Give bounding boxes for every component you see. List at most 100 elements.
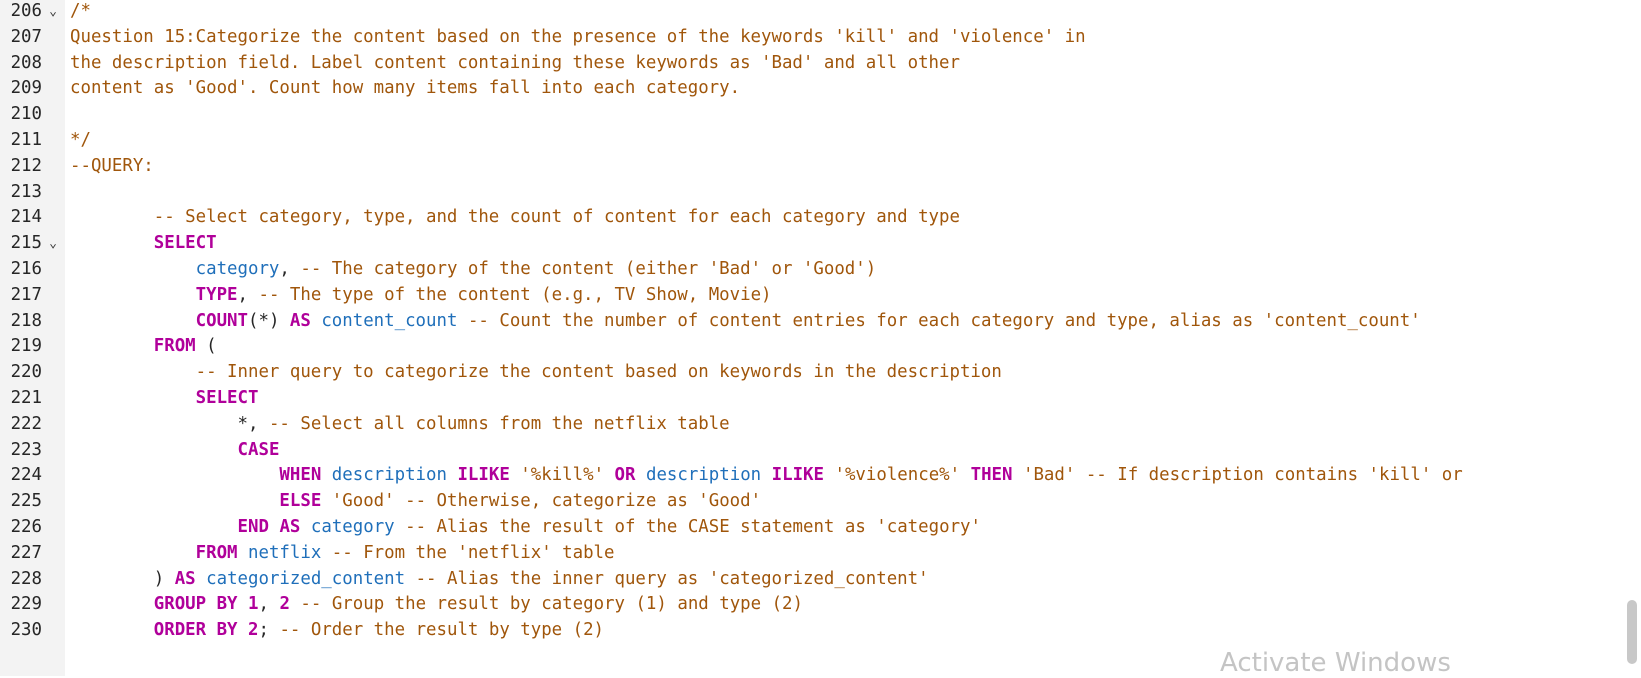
- code-text: SELECT: [70, 230, 217, 257]
- code-token-ident: description: [645, 465, 762, 486]
- code-line[interactable]: 212 --QUERY:: [0, 153, 1641, 180]
- code-token-comment: -- Select category, type, and the count …: [153, 207, 960, 228]
- code-text: FROM (: [70, 333, 217, 360]
- code-text: GROUP BY 1, 2 -- Group the result by cat…: [70, 591, 803, 618]
- code-line[interactable]: 210: [0, 101, 1641, 128]
- code-text: END AS category -- Alias the result of t…: [70, 514, 981, 541]
- line-number: 216: [10, 259, 42, 279]
- code-token-comment: 'Bad': [1022, 465, 1076, 486]
- code-line[interactable]: 214 -- Select category, type, and the co…: [0, 204, 1641, 231]
- code-text: FROM netflix -- From the 'netflix' table: [70, 540, 615, 567]
- code-token-comment: -- Inner query to categorize the content…: [195, 362, 1002, 383]
- code-line[interactable]: 213: [0, 179, 1641, 206]
- line-number: 218: [10, 310, 42, 331]
- code-line[interactable]: 216 category, -- The category of the con…: [0, 256, 1641, 283]
- code-line[interactable]: 224 WHEN description ILIKE '%kill%' OR d…: [0, 462, 1641, 489]
- line-number: 225: [10, 491, 42, 512]
- code-token-comment: -- Order the result by type (2): [279, 620, 605, 641]
- code-text: COUNT(*) AS content_count -- Count the n…: [70, 308, 1421, 335]
- line-number: 208: [10, 52, 42, 73]
- code-line[interactable]: 227 FROM netflix -- From the 'netflix' t…: [0, 540, 1641, 567]
- line-number: 212: [10, 155, 42, 176]
- code-line[interactable]: 218 COUNT(*) AS content_count -- Count t…: [0, 308, 1641, 335]
- code-line[interactable]: 223 CASE: [0, 437, 1641, 464]
- code-line[interactable]: 211 */: [0, 127, 1641, 154]
- code-text: ELSE 'Good' -- Otherwise, categorize as …: [70, 488, 761, 515]
- code-line[interactable]: 217 TYPE, -- The type of the content (e.…: [0, 282, 1641, 309]
- code-token-keyword: 1: [248, 594, 259, 615]
- code-line[interactable]: 229 GROUP BY 1, 2 -- Group the result by…: [0, 591, 1641, 618]
- code-token-keyword: 2: [248, 620, 259, 641]
- line-number: 228: [10, 568, 42, 589]
- code-token-keyword: 2: [279, 594, 290, 615]
- fold-chevron-icon[interactable]: ⌄: [46, 230, 60, 257]
- code-text: ORDER BY 2; -- Order the result by type …: [70, 617, 604, 644]
- code-line[interactable]: 230 ORDER BY 2; -- Order the result by t…: [0, 617, 1641, 644]
- code-token-ident: category: [195, 259, 280, 279]
- code-line[interactable]: 225 ELSE 'Good' -- Otherwise, categorize…: [0, 488, 1641, 515]
- line-number: 224: [10, 465, 42, 486]
- line-number: 213: [10, 181, 42, 202]
- code-text: content as 'Good'. Count how many items …: [70, 75, 740, 102]
- code-line[interactable]: 207 Question 15:Categorize the content ba…: [0, 24, 1641, 51]
- code-token-comment: */: [70, 130, 91, 150]
- vertical-scrollbar-thumb[interactable]: [1627, 600, 1637, 664]
- code-token-comment: '%violence%': [834, 465, 961, 486]
- vertical-scrollbar-track[interactable]: [1624, 0, 1641, 676]
- code-line[interactable]: 221 SELECT: [0, 385, 1641, 412]
- code-token-ident: category: [310, 517, 395, 537]
- code-text: -- Inner query to categorize the content…: [70, 359, 1002, 386]
- code-area[interactable]: 206 ⌄/* 207 Question 15:Categorize the cont…: [0, 0, 1641, 676]
- code-token-plain: ;: [258, 620, 280, 641]
- code-token-keyword: AS: [174, 568, 196, 589]
- code-line[interactable]: 226 END AS category -- Alias the result …: [0, 514, 1641, 541]
- code-token-comment: content as 'Good'. Count how many items …: [70, 78, 741, 99]
- code-line[interactable]: 220 -- Inner query to categorize the con…: [0, 359, 1641, 386]
- line-number: 221: [10, 388, 42, 408]
- code-editor[interactable]: 206 ⌄/* 207 Question 15:Categorize the cont…: [0, 0, 1641, 676]
- code-token-plain: ,: [279, 259, 301, 279]
- code-line[interactable]: 206 ⌄ /*: [0, 0, 1641, 25]
- code-line[interactable]: 228 ) AS categorized_content -- Alias th…: [0, 566, 1641, 593]
- code-line[interactable]: 222 *, -- Select all columns from the ne…: [0, 411, 1641, 438]
- code-token-comment: the description field. Label content con…: [70, 52, 960, 73]
- code-line[interactable]: 215 ⌄ SELECT: [0, 230, 1641, 257]
- code-text: -- Select category, type, and the count …: [70, 204, 960, 231]
- code-text: Question 15:Categorize the content based…: [70, 24, 1086, 51]
- code-line[interactable]: 209 content as 'Good'. Count how many ite…: [0, 75, 1641, 102]
- fold-chevron-icon[interactable]: ⌄: [46, 0, 60, 25]
- code-token-ident: netflix: [248, 542, 322, 563]
- code-text: ) AS categorized_content -- Alias the in…: [70, 566, 929, 593]
- code-token-keyword: WHEN: [279, 465, 322, 486]
- code-line[interactable]: 208 the description field. Label content …: [0, 50, 1641, 77]
- code-line[interactable]: 219 FROM (: [0, 333, 1641, 360]
- line-number: 220: [10, 362, 42, 383]
- line-number: 227: [10, 542, 42, 563]
- code-token-keyword: SELECT: [195, 388, 259, 408]
- code-token-comment: -- The type of the content (e.g., TV Sho…: [258, 284, 772, 305]
- code-token-keyword: OR: [614, 465, 636, 486]
- code-token-ident: description: [331, 465, 447, 486]
